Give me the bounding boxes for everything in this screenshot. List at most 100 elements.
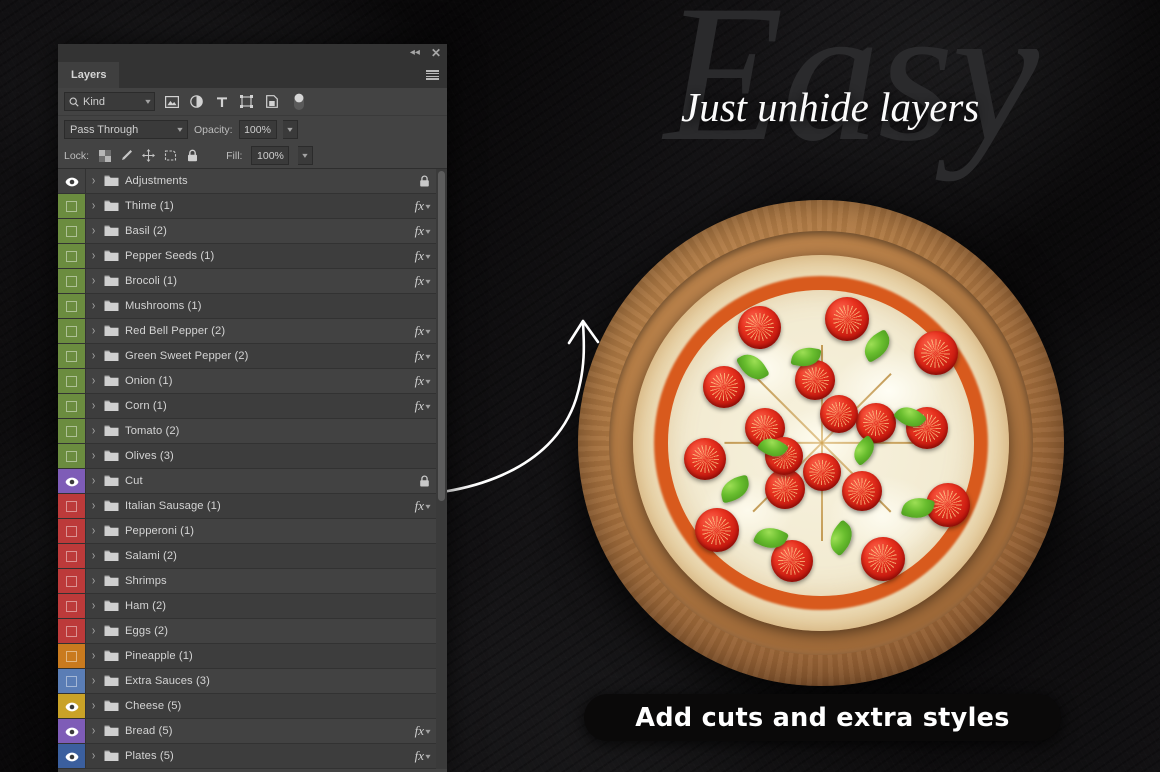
layer-visibility-toggle[interactable] bbox=[58, 419, 86, 443]
opacity-stepper[interactable]: ▾ bbox=[283, 120, 298, 139]
group-disclosure-icon[interactable]: › bbox=[86, 399, 101, 413]
effects-expand-chevron-icon[interactable]: ▾ bbox=[425, 227, 430, 236]
type-filter-icon[interactable] bbox=[213, 92, 230, 111]
layer-effects-fx-icon[interactable]: fx bbox=[415, 198, 424, 214]
group-disclosure-icon[interactable]: › bbox=[86, 349, 101, 363]
group-disclosure-icon[interactable]: › bbox=[86, 299, 101, 313]
layer-visibility-toggle[interactable] bbox=[58, 269, 86, 293]
layer-visibility-toggle[interactable] bbox=[58, 494, 86, 518]
layer-effects-fx-icon[interactable]: fx bbox=[415, 373, 424, 389]
effects-expand-chevron-icon[interactable]: ▾ bbox=[425, 377, 430, 386]
layer-row-plates-5[interactable]: ›Plates (5)fx▾ bbox=[58, 744, 447, 769]
group-disclosure-icon[interactable]: › bbox=[86, 574, 101, 588]
layer-visibility-toggle[interactable] bbox=[58, 519, 86, 543]
lock-artboard-nesting-icon[interactable] bbox=[164, 149, 177, 162]
layer-row-pineapple-1[interactable]: ›Pineapple (1) bbox=[58, 644, 447, 669]
effects-expand-chevron-icon[interactable]: ▾ bbox=[425, 502, 430, 511]
group-disclosure-icon[interactable]: › bbox=[86, 599, 101, 613]
layer-effects-fx-icon[interactable]: fx bbox=[415, 748, 424, 764]
group-disclosure-icon[interactable]: › bbox=[86, 724, 101, 738]
group-disclosure-icon[interactable]: › bbox=[86, 174, 101, 188]
layer-visibility-toggle[interactable] bbox=[58, 394, 86, 418]
effects-expand-chevron-icon[interactable]: ▾ bbox=[425, 752, 430, 761]
scrollbar-thumb[interactable] bbox=[438, 171, 445, 501]
layer-list[interactable]: ›Adjustments›Thime (1)fx▾›Basil (2)fx▾›P… bbox=[58, 169, 447, 769]
layer-visibility-toggle[interactable] bbox=[58, 169, 86, 193]
layer-visibility-toggle[interactable] bbox=[58, 719, 86, 743]
layer-row-red-bell-pepper-2[interactable]: ›Red Bell Pepper (2)fx▾ bbox=[58, 319, 447, 344]
layer-row-olives-3[interactable]: ›Olives (3) bbox=[58, 444, 447, 469]
layer-effects-fx-icon[interactable]: fx bbox=[415, 348, 424, 364]
fill-stepper[interactable]: ▾ bbox=[298, 146, 313, 165]
effects-expand-chevron-icon[interactable]: ▾ bbox=[425, 277, 430, 286]
layer-row-salami-2[interactable]: ›Salami (2) bbox=[58, 544, 447, 569]
layer-visibility-toggle[interactable] bbox=[58, 619, 86, 643]
lock-all-icon[interactable] bbox=[186, 149, 199, 162]
group-disclosure-icon[interactable]: › bbox=[86, 499, 101, 513]
layer-row-eggs-2[interactable]: ›Eggs (2) bbox=[58, 619, 447, 644]
layer-visibility-toggle[interactable] bbox=[58, 644, 86, 668]
layer-list-scrollbar[interactable] bbox=[436, 169, 447, 769]
layer-row-bread-5[interactable]: ›Bread (5)fx▾ bbox=[58, 719, 447, 744]
layer-visibility-toggle[interactable] bbox=[58, 744, 86, 768]
layer-visibility-toggle[interactable] bbox=[58, 369, 86, 393]
group-disclosure-icon[interactable]: › bbox=[86, 474, 101, 488]
group-disclosure-icon[interactable]: › bbox=[86, 674, 101, 688]
layer-effects-fx-icon[interactable]: fx bbox=[415, 248, 424, 264]
layer-row-mushrooms-1[interactable]: ›Mushrooms (1) bbox=[58, 294, 447, 319]
layer-visibility-toggle[interactable] bbox=[58, 244, 86, 268]
effects-expand-chevron-icon[interactable]: ▾ bbox=[425, 202, 430, 211]
layer-row-cut[interactable]: ›Cut bbox=[58, 469, 447, 494]
layer-visibility-toggle[interactable] bbox=[58, 294, 86, 318]
group-disclosure-icon[interactable]: › bbox=[86, 199, 101, 213]
group-disclosure-icon[interactable]: › bbox=[86, 224, 101, 238]
layer-row-ham-2[interactable]: ›Ham (2) bbox=[58, 594, 447, 619]
layer-visibility-toggle[interactable] bbox=[58, 444, 86, 468]
effects-expand-chevron-icon[interactable]: ▾ bbox=[425, 327, 430, 336]
layer-lock-icon[interactable] bbox=[419, 175, 430, 187]
layer-visibility-toggle[interactable] bbox=[58, 569, 86, 593]
opacity-input[interactable]: 100% bbox=[239, 120, 277, 139]
shape-filter-icon[interactable] bbox=[238, 92, 255, 111]
layer-effects-fx-icon[interactable]: fx bbox=[415, 723, 424, 739]
lock-image-pixels-icon[interactable] bbox=[120, 149, 133, 162]
layer-row-extra-sauces-3[interactable]: ›Extra Sauces (3) bbox=[58, 669, 447, 694]
layer-visibility-toggle[interactable] bbox=[58, 669, 86, 693]
layer-effects-fx-icon[interactable]: fx bbox=[415, 273, 424, 289]
blend-mode-select[interactable]: Pass Through ▾ bbox=[64, 120, 188, 139]
layer-row-pepper-seeds-1[interactable]: ›Pepper Seeds (1)fx▾ bbox=[58, 244, 447, 269]
collapse-panel-icon[interactable]: ◂◂ bbox=[410, 48, 420, 58]
layer-row-brocoli-1[interactable]: ›Brocoli (1)fx▾ bbox=[58, 269, 447, 294]
image-filter-icon[interactable] bbox=[163, 92, 180, 111]
tab-layers[interactable]: Layers bbox=[58, 62, 119, 88]
layer-visibility-toggle[interactable] bbox=[58, 194, 86, 218]
group-disclosure-icon[interactable]: › bbox=[86, 274, 101, 288]
layer-row-pepperoni-1[interactable]: ›Pepperoni (1) bbox=[58, 519, 447, 544]
layer-row-basil-2[interactable]: ›Basil (2)fx▾ bbox=[58, 219, 447, 244]
group-disclosure-icon[interactable]: › bbox=[86, 374, 101, 388]
close-panel-icon[interactable]: ✕ bbox=[431, 47, 441, 59]
layer-row-shrimps[interactable]: ›Shrimps bbox=[58, 569, 447, 594]
group-disclosure-icon[interactable]: › bbox=[86, 699, 101, 713]
layer-lock-icon[interactable] bbox=[419, 475, 430, 487]
group-disclosure-icon[interactable]: › bbox=[86, 324, 101, 338]
layer-row-italian-sausage-1[interactable]: ›Italian Sausage (1)fx▾ bbox=[58, 494, 447, 519]
effects-expand-chevron-icon[interactable]: ▾ bbox=[425, 727, 430, 736]
adjustment-filter-icon[interactable] bbox=[188, 92, 205, 111]
filter-kind-select[interactable]: Kind ▾ bbox=[64, 92, 155, 111]
layer-visibility-toggle[interactable] bbox=[58, 594, 86, 618]
group-disclosure-icon[interactable]: › bbox=[86, 649, 101, 663]
group-disclosure-icon[interactable]: › bbox=[86, 249, 101, 263]
layer-visibility-toggle[interactable] bbox=[58, 319, 86, 343]
layer-visibility-toggle[interactable] bbox=[58, 544, 86, 568]
layer-row-onion-1[interactable]: ›Onion (1)fx▾ bbox=[58, 369, 447, 394]
layer-visibility-toggle[interactable] bbox=[58, 469, 86, 493]
group-disclosure-icon[interactable]: › bbox=[86, 749, 101, 763]
group-disclosure-icon[interactable]: › bbox=[86, 549, 101, 563]
layer-effects-fx-icon[interactable]: fx bbox=[415, 498, 424, 514]
layer-row-adjustments[interactable]: ›Adjustments bbox=[58, 169, 447, 194]
layer-visibility-toggle[interactable] bbox=[58, 344, 86, 368]
layer-visibility-toggle[interactable] bbox=[58, 694, 86, 718]
filter-enable-toggle[interactable] bbox=[290, 92, 307, 111]
group-disclosure-icon[interactable]: › bbox=[86, 624, 101, 638]
